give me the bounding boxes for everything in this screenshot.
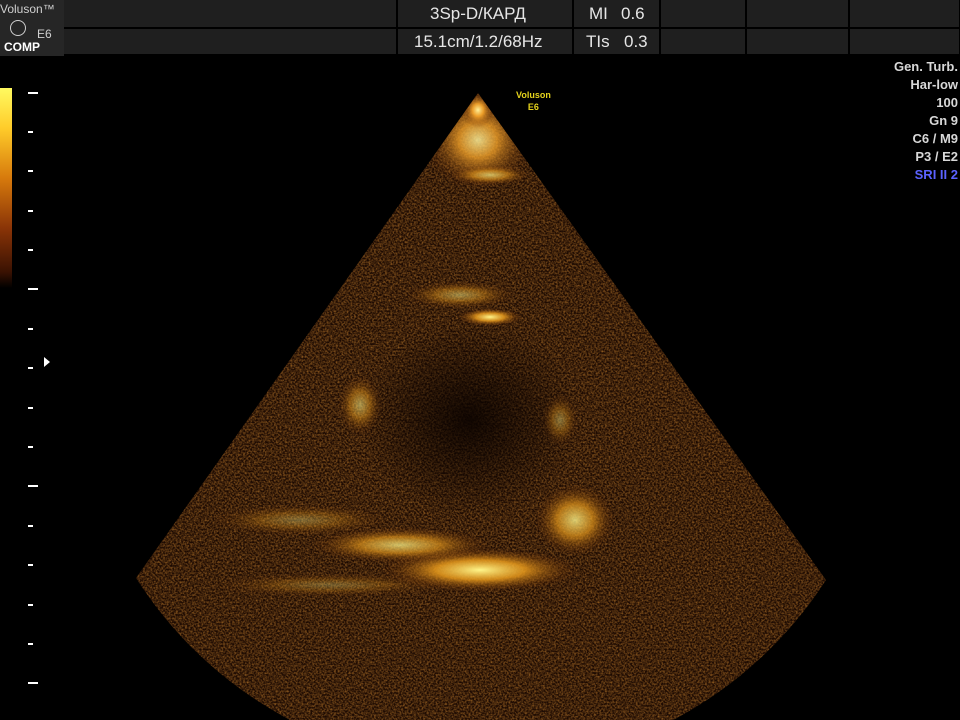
image-watermark-line2: E6 [527,102,539,112]
header-cell-blank-1 [64,0,397,27]
header-cell-blank-4 [661,29,746,54]
mi-cell: MI 0.6 [574,0,660,27]
header-cell-blank-3 [661,0,746,27]
brand-block: Voluson™ E6 COMP [0,0,64,56]
header-cell-blank-8 [850,29,960,54]
probe-preset: 3Sp-D/КАРД [430,4,526,23]
header-cell-blank-5 [747,0,849,27]
mi-value: 0.6 [621,4,645,23]
tis-cell: TIs 0.3 [574,29,660,54]
header-cell-blank-2 [64,29,397,54]
probe-preset-cell[interactable]: 3Sp-D/КАРД [398,0,573,27]
depth-info: 15.1cm/1.2/68Hz [414,32,543,51]
mode-badge: COMP [4,40,40,54]
ultrasound-image[interactable] [0,56,960,720]
depth-info-cell[interactable]: 15.1cm/1.2/68Hz [398,29,573,54]
image-watermark-line1: Voluson [516,90,551,100]
mi-label: MI [589,4,608,23]
ge-logo-icon [10,20,26,36]
tis-label: TIs [586,32,610,51]
brand-name: Voluson™ [0,2,55,16]
top-header: Voluson™ E6 COMP 3Sp-D/КАРД 15.1cm/1.2/6… [0,0,960,56]
header-cell-blank-6 [747,29,849,54]
model-name: E6 [37,27,52,41]
image-watermark: Voluson E6 [516,89,551,113]
tis-value: 0.3 [624,32,648,51]
header-cell-blank-7 [850,0,960,27]
